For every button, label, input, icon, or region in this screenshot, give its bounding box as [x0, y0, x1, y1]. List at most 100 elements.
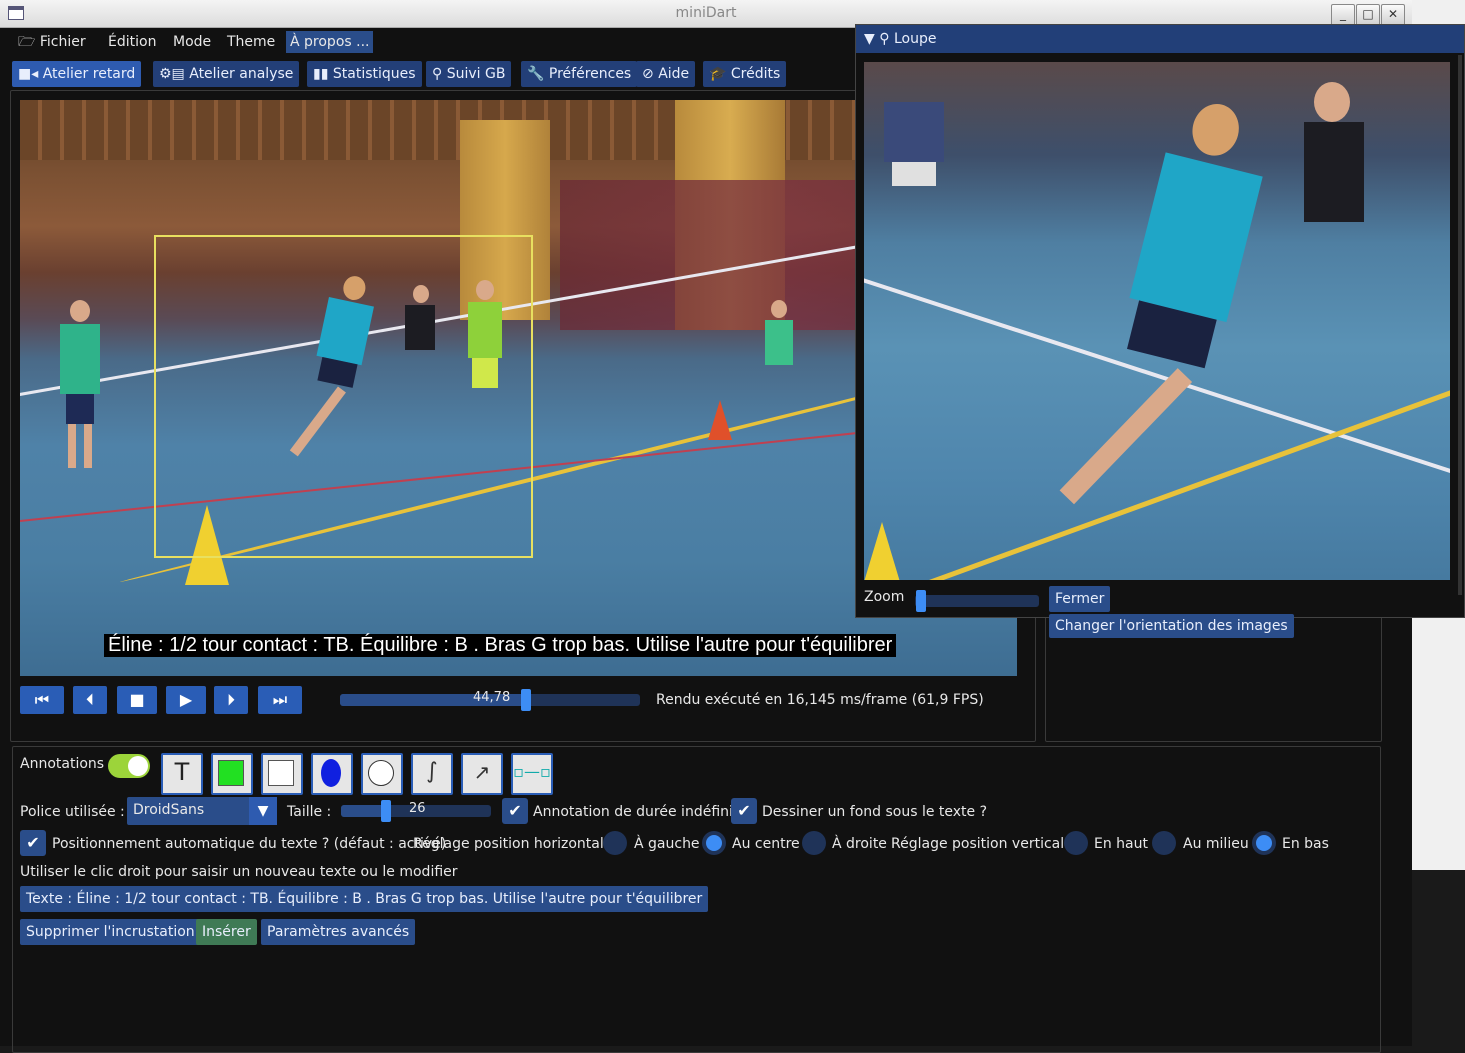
menu-apropos[interactable]: À propos ...: [286, 31, 374, 53]
slider-handle[interactable]: [916, 590, 926, 612]
auto-position-checkbox[interactable]: ✔: [20, 830, 46, 856]
tab-label: Suivi GB: [446, 66, 506, 82]
polyline-tool-button[interactable]: ▫—▫: [511, 753, 553, 795]
loupe-title-bar[interactable]: ▼ ⚲ Loupe: [856, 25, 1464, 53]
stop-button[interactable]: ■: [117, 686, 157, 714]
tab-label: Atelier analyse: [189, 66, 294, 82]
first-frame-button[interactable]: ⏮: [20, 686, 64, 714]
tab-atelier-retard[interactable]: ■◂ Atelier retard: [12, 61, 142, 87]
font-select[interactable]: DroidSans ▼: [127, 797, 277, 825]
arrow-tool-button[interactable]: ↗: [461, 753, 503, 795]
tab-aide[interactable]: ⊘ Aide: [636, 61, 696, 87]
last-frame-button[interactable]: ⏭: [258, 686, 302, 714]
advanced-settings-button[interactable]: Paramètres avancés: [261, 919, 416, 945]
freehand-tool-button[interactable]: ∫: [411, 753, 453, 795]
annotations-toggle[interactable]: [108, 754, 150, 778]
align-center-label: Au centre: [732, 836, 800, 852]
checkmark-icon: ✔: [508, 801, 522, 820]
toggle-knob: [128, 756, 148, 776]
align-left-label: À gauche: [634, 836, 700, 852]
size-value: 26: [409, 801, 426, 816]
size-label: Taille :: [287, 804, 332, 820]
zoom-label: Zoom: [864, 589, 905, 605]
tab-label: Préférences: [548, 66, 632, 82]
radio-align-center[interactable]: [702, 831, 726, 855]
font-label: Police utilisée :: [20, 804, 125, 820]
maximize-button[interactable]: □: [1356, 4, 1380, 26]
stop-icon: ■: [129, 690, 145, 709]
circle-icon: [368, 760, 394, 786]
zoom-slider[interactable]: [915, 590, 1039, 612]
freehand-icon: ∫: [426, 759, 438, 784]
tab-label: Aide: [658, 66, 690, 82]
close-loupe-button[interactable]: Fermer: [1049, 586, 1111, 612]
delete-overlay-button[interactable]: Supprimer l'incrustation: [20, 919, 201, 945]
gears-icon: ⚙▤: [159, 66, 185, 82]
radio-align-right[interactable]: [802, 831, 826, 855]
text-tool-icon: T: [174, 758, 190, 786]
green-swatch-icon: [218, 760, 244, 786]
tab-credits[interactable]: 🎓 Crédits: [703, 61, 787, 87]
tab-suivi-gb[interactable]: ⚲ Suivi GB: [426, 61, 512, 87]
player-figure: [884, 62, 944, 222]
magnifier-icon: ⚲: [879, 31, 890, 47]
size-slider[interactable]: 26: [341, 800, 491, 822]
background-image: [1412, 870, 1465, 1046]
scrollbar[interactable]: [1458, 55, 1462, 595]
ellipse-fill-button[interactable]: [311, 753, 353, 795]
player-jumping: [1059, 92, 1307, 563]
edit-text-button[interactable]: Texte : Éline : 1/2 tour contact : TB. É…: [20, 886, 709, 912]
next-frame-button[interactable]: ⏵: [214, 686, 248, 714]
wrench-icon: 🔧: [527, 66, 545, 82]
tab-statistiques[interactable]: ▮▮ Statistiques: [307, 61, 422, 87]
minimize-button[interactable]: _: [1331, 4, 1355, 26]
change-orientation-button[interactable]: Changer l'orientation des images: [1049, 614, 1294, 638]
video-position-slider[interactable]: 44,78: [340, 689, 640, 711]
valign-top-label: En haut: [1094, 836, 1148, 852]
previous-frame-button[interactable]: ⏴: [73, 686, 107, 714]
loupe-title: Loupe: [893, 31, 937, 47]
radio-align-left[interactable]: [603, 831, 627, 855]
menu-fichier-label: Fichier: [39, 34, 86, 50]
loupe-window: ▼ ⚲ Loupe Zoom Fermer: [855, 24, 1465, 618]
player-figure: [60, 300, 100, 470]
position-label: 44,78: [473, 690, 511, 705]
menu-mode[interactable]: Mode: [169, 31, 215, 53]
rectangle-tool-button[interactable]: [261, 753, 303, 795]
tab-atelier-analyse[interactable]: ⚙▤ Atelier analyse: [153, 61, 300, 87]
rectangle-icon: [268, 760, 294, 786]
right-click-hint: Utiliser le clic droit pour saisir un no…: [20, 864, 458, 880]
menu-edition[interactable]: Édition: [104, 31, 160, 53]
collapse-arrow-icon[interactable]: ▼: [864, 31, 875, 47]
orange-cone: [708, 400, 732, 440]
play-button[interactable]: ▶: [166, 686, 206, 714]
annotations-label: Annotations: [20, 756, 105, 772]
player-figure: [765, 300, 793, 410]
slider-handle[interactable]: [521, 689, 531, 711]
valign-bottom-label: En bas: [1282, 836, 1329, 852]
auto-position-label: Positionnement automatique du texte ? (d…: [52, 836, 447, 852]
text-background-checkbox[interactable]: ✔: [731, 798, 757, 824]
circle-tool-button[interactable]: [361, 753, 403, 795]
chevron-down-icon: ▼: [249, 797, 277, 825]
radio-valign-top[interactable]: [1064, 831, 1088, 855]
indefinite-duration-checkbox[interactable]: ✔: [502, 798, 528, 824]
tab-label: Crédits: [730, 66, 781, 82]
checkmark-icon: ✔: [26, 833, 40, 852]
insert-button[interactable]: Insérer: [196, 919, 257, 945]
slider-handle[interactable]: [381, 800, 391, 822]
radio-valign-bottom[interactable]: [1252, 831, 1276, 855]
checkmark-icon: ✔: [737, 801, 751, 820]
loupe-image[interactable]: [864, 62, 1450, 580]
zoom-selection-box[interactable]: [154, 235, 533, 558]
menu-theme[interactable]: Theme: [223, 31, 279, 53]
menu-fichier[interactable]: 🗁 Fichier: [14, 31, 90, 53]
text-tool-button[interactable]: T: [161, 753, 203, 795]
close-window-button[interactable]: ✕: [1381, 4, 1405, 26]
tab-preferences[interactable]: 🔧 Préférences: [521, 61, 638, 87]
radio-valign-middle[interactable]: [1152, 831, 1176, 855]
vertical-position-label: Réglage position verticale: [891, 836, 1073, 852]
video-camera-icon: ■◂: [18, 66, 39, 82]
search-icon: ⚲: [432, 66, 443, 82]
fill-color-button[interactable]: [211, 753, 253, 795]
